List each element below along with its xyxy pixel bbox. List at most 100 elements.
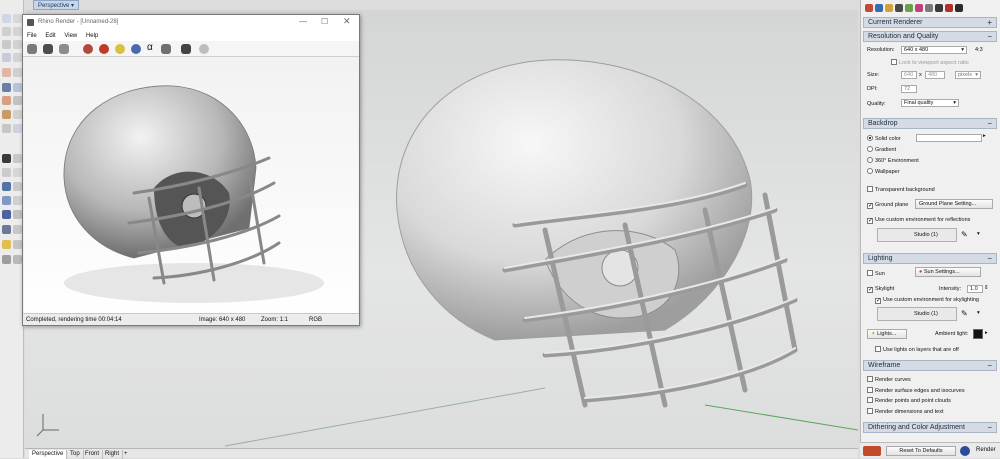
plane-tool-icon[interactable] [13,68,22,77]
dpi-field[interactable]: 72 [901,85,917,93]
skylight-dropdown-icon[interactable]: ▾ [977,310,980,316]
collapse-icon[interactable]: − [987,119,992,128]
check-tool-icon[interactable] [13,240,22,249]
render-exposure-icon[interactable] [115,44,125,54]
group-tool-icon[interactable] [2,255,11,264]
settings-icon[interactable] [181,44,191,54]
backdrop-solid-color-radio[interactable]: Solid color [867,135,901,142]
render-teapot-icon[interactable] [960,446,970,456]
ambient-menu-icon[interactable]: ▸ [985,330,988,336]
collapse-icon[interactable]: − [987,254,992,263]
surface-tool-icon[interactable] [2,68,11,77]
lock-aspect-checkbox[interactable]: Lock to viewport aspect ratio [891,59,969,66]
textures-tab-icon[interactable] [925,4,933,12]
display-tab-icon[interactable] [885,4,893,12]
line-tool-icon[interactable] [2,27,11,36]
help-tab-icon[interactable] [895,4,903,12]
layers-tab-icon[interactable] [875,4,883,12]
curve-tool-icon[interactable] [2,40,11,49]
material-tool-icon[interactable] [2,225,11,234]
menu-help[interactable]: Help [86,33,98,39]
lights-on-off-layers-checkbox[interactable]: Use lights on layers that are off [875,346,959,353]
minimize-icon[interactable]: — [299,17,307,26]
ground-plane-settings-button[interactable]: Ground Plane Setting... [915,199,993,209]
render-tool-icon[interactable] [2,210,11,219]
backdrop-header[interactable]: Backdrop − [863,118,997,129]
intensity-spinner[interactable]: ⇕ [984,285,989,291]
collapse-icon[interactable]: − [987,32,992,41]
edit-environment-icon[interactable]: ✎ [961,230,968,239]
solid-color-swatch[interactable] [916,134,982,142]
maximize-icon[interactable]: ☐ [321,17,328,26]
dithering-header[interactable]: Dithering and Color Adjustment − [863,422,997,433]
properties-tool-icon[interactable] [13,255,22,264]
properties-tab-icon[interactable] [865,4,873,12]
collapse-icon[interactable]: − [987,361,992,370]
sun-checkbox[interactable]: Sun [867,270,885,277]
render-channel-icon[interactable] [99,44,109,54]
render-frame-icon[interactable] [863,446,881,456]
render-surface-edges-checkbox[interactable]: Render surface edges and isocurves [867,387,965,394]
viewport-tab-perspective[interactable]: Perspective ▾ [33,0,80,10]
backdrop-360-radio[interactable]: 360° Environment [867,157,919,164]
sphere-tool-icon[interactable] [13,83,22,92]
quality-dropdown[interactable]: Final quality ▾ [901,99,959,107]
render-button[interactable]: Render [976,447,996,453]
render-points-checkbox[interactable]: Render points and point clouds [867,397,951,404]
extrude-tool-icon[interactable] [13,96,22,105]
color-menu-icon[interactable]: ▸ [983,133,986,139]
move-tool-icon[interactable] [13,124,22,133]
mesh-tool-icon[interactable] [2,96,11,105]
analyze-tool-icon[interactable] [2,196,11,205]
menu-file[interactable]: File [27,33,37,39]
transparent-background-checkbox[interactable]: Transparent background [867,186,935,193]
custom-env-skylight-checkbox[interactable]: Use custom environment for skylighting [875,297,979,304]
light-tool-icon[interactable] [2,240,11,249]
reflection-environment-picker[interactable]: Studio (1) [877,228,957,242]
paint-tool-icon[interactable] [2,154,11,163]
resolution-quality-header[interactable]: Resolution and Quality − [863,31,997,42]
lighting-header[interactable]: Lighting − [863,253,997,264]
environment-dropdown-icon[interactable]: ▾ [977,231,980,237]
render-curves-checkbox[interactable]: Render curves [867,376,911,383]
menu-view[interactable]: View [64,33,77,39]
custom-env-reflections-checkbox[interactable]: Use custom environment for reflections [867,217,970,224]
boolean-tool-icon[interactable] [2,110,11,119]
layer-tool-icon[interactable] [13,210,22,219]
polyline-tool-icon[interactable] [13,27,22,36]
alpha-channel-icon[interactable]: α [147,42,157,53]
render-tab-icon[interactable] [935,4,943,12]
edit-skylight-icon[interactable]: ✎ [961,309,968,318]
skylight-environment-picker[interactable]: Studio (1) [877,307,957,321]
ambient-light-swatch[interactable] [973,329,983,339]
render-tone-icon[interactable] [131,44,141,54]
unit-dropdown[interactable]: pixels ▾ [955,71,981,79]
ground-plane-checkbox[interactable]: Ground plane [867,202,908,209]
print-icon[interactable] [59,44,69,54]
fillet-tool-icon[interactable] [13,110,22,119]
menu-edit[interactable]: Edit [45,33,55,39]
wireframe-header[interactable]: Wireframe − [863,360,997,371]
width-field[interactable]: 640 [901,71,917,79]
transform-tool-icon[interactable] [2,124,11,133]
rotate-tool-icon[interactable] [2,168,11,177]
ellipse-tool-icon[interactable] [13,53,22,62]
collapse-icon[interactable]: − [987,423,992,432]
skylight-checkbox[interactable]: Skylight [867,286,894,293]
sun-settings-button[interactable]: ● Sun Settings... [915,267,981,277]
lights-button[interactable]: ✦ Lights... [867,329,907,339]
scale-tool-icon[interactable] [13,168,22,177]
current-renderer-header[interactable]: Current Renderer + [863,17,997,28]
solid-box-icon[interactable] [2,83,11,92]
text-tool-icon[interactable] [2,182,11,191]
expand-icon[interactable]: + [987,18,992,27]
camera-tool-icon[interactable] [13,225,22,234]
post-effects-icon[interactable] [161,44,171,54]
grid-tool-icon[interactable] [13,196,22,205]
sun-tab-icon[interactable] [945,4,953,12]
arc-tool-icon[interactable] [2,53,11,62]
copy-image-icon[interactable] [27,44,37,54]
info-icon[interactable] [199,44,209,54]
backdrop-gradient-radio[interactable]: Gradient [867,146,896,153]
circle-tool-icon[interactable] [13,40,22,49]
